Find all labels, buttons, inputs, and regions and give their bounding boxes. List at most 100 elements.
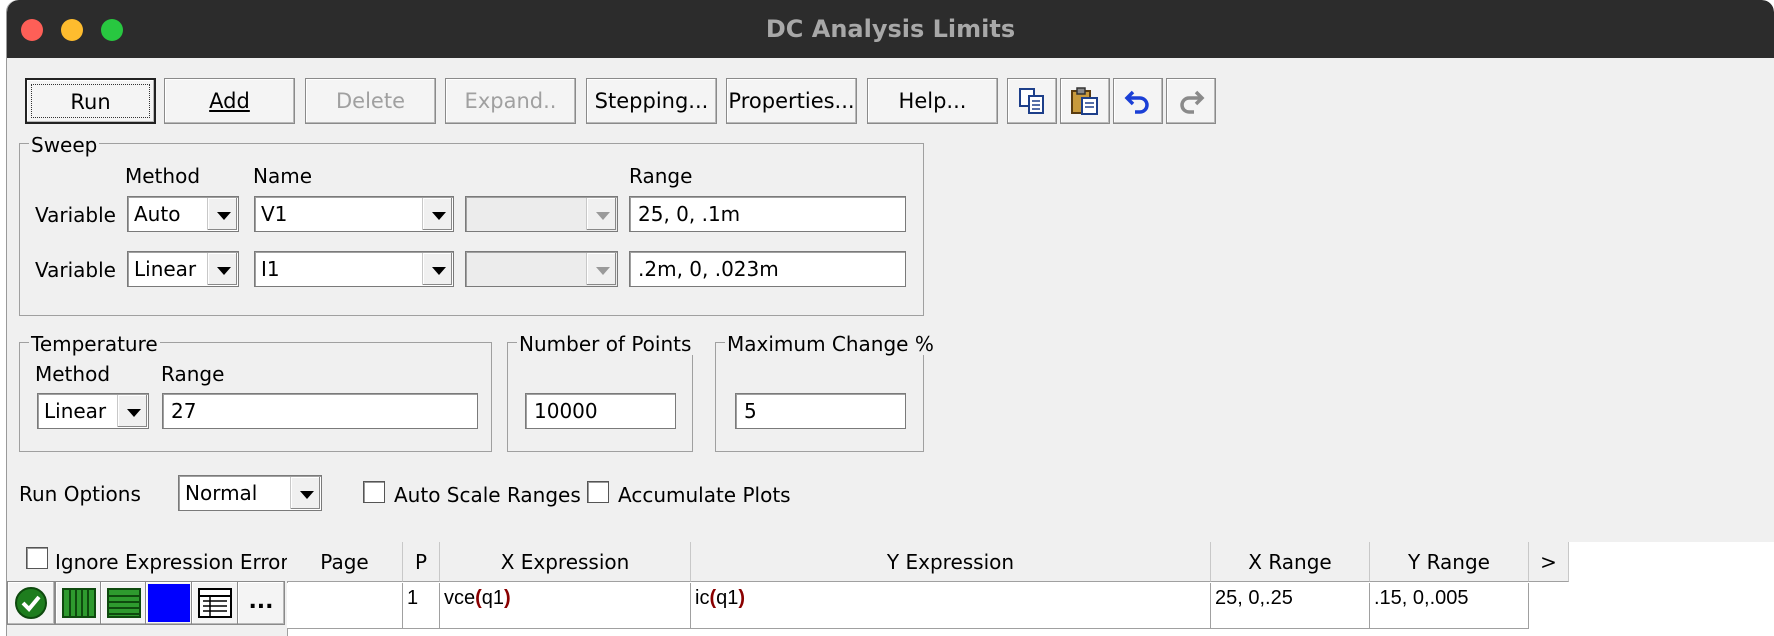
chevron-down-icon — [422, 253, 452, 285]
dc-analysis-window: DC Analysis Limits Run Add Delete Expand… — [6, 0, 1774, 636]
temperature-range-input[interactable]: 27 — [162, 393, 478, 429]
close-paren: ) — [504, 587, 511, 609]
delete-button-label: Delete — [336, 89, 405, 113]
numeric-output-button[interactable] — [191, 581, 239, 625]
add-button[interactable]: Add — [164, 78, 295, 124]
help-button[interactable]: Help... — [867, 78, 998, 124]
x-expression-arg: q1 — [481, 587, 505, 609]
sweep-legend: Sweep — [29, 133, 100, 157]
horizontal-grid-icon — [107, 588, 141, 618]
more-options-label: ... — [248, 589, 274, 614]
chevron-down-icon — [207, 198, 237, 230]
title-bar: DC Analysis Limits — [7, 0, 1774, 58]
sweep-row1-method-select[interactable]: Auto — [127, 196, 239, 232]
copy-icon — [1019, 88, 1044, 114]
points-legend: Number of Points — [517, 332, 694, 356]
col-header-x-expression[interactable]: X Expression — [440, 542, 691, 582]
color-swatch — [148, 584, 190, 622]
sweep-row1-name-select[interactable]: V1 — [254, 196, 454, 232]
col-header-page[interactable]: Page — [287, 542, 403, 582]
cell-x-range[interactable]: 25, 0,.25 — [1211, 583, 1370, 629]
chevron-down-icon — [290, 477, 320, 509]
temperature-method-value: Linear — [44, 399, 107, 423]
auto-scale-checkbox[interactable] — [363, 481, 385, 503]
col-header-y-expression[interactable]: Y Expression — [691, 542, 1211, 582]
cell-y-expression[interactable]: ic(q1) — [691, 583, 1211, 629]
sweep-range-header: Range — [629, 164, 693, 188]
run-options-select[interactable]: Normal — [178, 475, 322, 511]
undo-icon — [1124, 90, 1149, 114]
auto-scale-label: Auto Scale Ranges — [394, 483, 581, 507]
points-input[interactable]: 10000 — [525, 393, 676, 429]
col-header-p[interactable]: P — [403, 542, 440, 582]
help-button-label: Help... — [898, 89, 967, 113]
chevron-down-icon — [117, 395, 147, 427]
accumulate-label: Accumulate Plots — [618, 483, 791, 507]
chevron-down-icon — [207, 253, 237, 285]
sweep-row1-method-value: Auto — [134, 202, 181, 226]
plot-color-button[interactable] — [145, 581, 193, 625]
paste-button[interactable] — [1060, 78, 1110, 124]
properties-button[interactable]: Properties... — [726, 78, 857, 124]
maxchange-input[interactable]: 5 — [735, 393, 906, 429]
maxchange-legend: Maximum Change % — [725, 332, 936, 356]
cell-page[interactable] — [287, 583, 403, 629]
y-grid-button[interactable] — [100, 581, 148, 625]
sweep-row1-extra-select[interactable] — [465, 196, 618, 232]
accumulate-checkbox[interactable] — [587, 481, 609, 503]
run-options-label-text: Run Options — [19, 482, 141, 506]
col-header-more[interactable]: > — [1529, 542, 1569, 582]
expand-button[interactable]: Expand.. — [445, 78, 576, 124]
close-paren: ) — [738, 587, 746, 609]
sweep-row2-method-value: Linear — [134, 257, 197, 281]
run-button[interactable]: Run — [25, 78, 156, 124]
sweep-row1-label: Variable — [35, 203, 116, 227]
chevron-down-icon — [422, 198, 452, 230]
cell-x-expression[interactable]: vce(q1) — [440, 583, 691, 629]
table-icon — [198, 588, 232, 618]
sweep-method-header: Method — [125, 164, 201, 188]
window-title: DC Analysis Limits — [765, 15, 1016, 43]
ignore-errors-label: Ignore Expression Errors — [55, 550, 300, 574]
sweep-row2-name-value: I1 — [261, 257, 280, 281]
cell-y-range[interactable]: .15, 0,.005 — [1370, 583, 1529, 629]
delete-button[interactable]: Delete — [305, 78, 436, 124]
sweep-row2-range-input[interactable]: .2m, 0, .023m — [629, 251, 906, 287]
x-grid-button[interactable] — [55, 581, 103, 625]
temperature-method-header: Method — [35, 362, 111, 386]
chevron-down-icon — [586, 198, 616, 230]
paste-icon — [1071, 87, 1098, 115]
sweep-row2-method-select[interactable]: Linear — [127, 251, 239, 287]
sweep-row2-name-select[interactable]: I1 — [254, 251, 454, 287]
redo-icon — [1180, 90, 1205, 114]
vertical-grid-icon — [62, 588, 96, 618]
run-options-value: Normal — [185, 481, 258, 505]
open-paren: ( — [475, 587, 482, 609]
sweep-name-header: Name — [253, 164, 313, 188]
x-expression-function: vce — [444, 587, 476, 609]
sweep-row1-name-value: V1 — [261, 202, 288, 226]
ignore-errors-checkbox[interactable] — [26, 547, 48, 569]
sweep-row1-range-input[interactable]: 25, 0, .1m — [629, 196, 906, 232]
properties-button-label: Properties... — [728, 89, 855, 113]
copy-button[interactable] — [1007, 78, 1057, 124]
more-options-button[interactable]: ... — [237, 581, 285, 625]
plot-enabled-button[interactable] — [7, 581, 55, 625]
y-expression-arg: q1 — [716, 587, 739, 609]
expand-button-label: Expand.. — [464, 89, 557, 113]
add-button-label: Add — [209, 89, 250, 113]
temperature-range-header: Range — [161, 362, 225, 386]
sweep-row2-extra-select[interactable] — [465, 251, 618, 287]
redo-button[interactable] — [1166, 78, 1216, 124]
col-header-y-range[interactable]: Y Range — [1370, 542, 1529, 582]
col-header-x-range[interactable]: X Range — [1211, 542, 1370, 582]
check-circle-icon — [15, 587, 47, 619]
stepping-button-label: Stepping... — [594, 89, 709, 113]
stepping-button[interactable]: Stepping... — [586, 78, 717, 124]
run-options-label: Run Options — [19, 482, 141, 506]
undo-button[interactable] — [1113, 78, 1163, 124]
temperature-method-select[interactable]: Linear — [37, 393, 149, 429]
cell-p[interactable]: 1 — [403, 583, 440, 629]
temperature-legend: Temperature — [29, 332, 160, 356]
y-expression-function: ic — [695, 587, 710, 609]
